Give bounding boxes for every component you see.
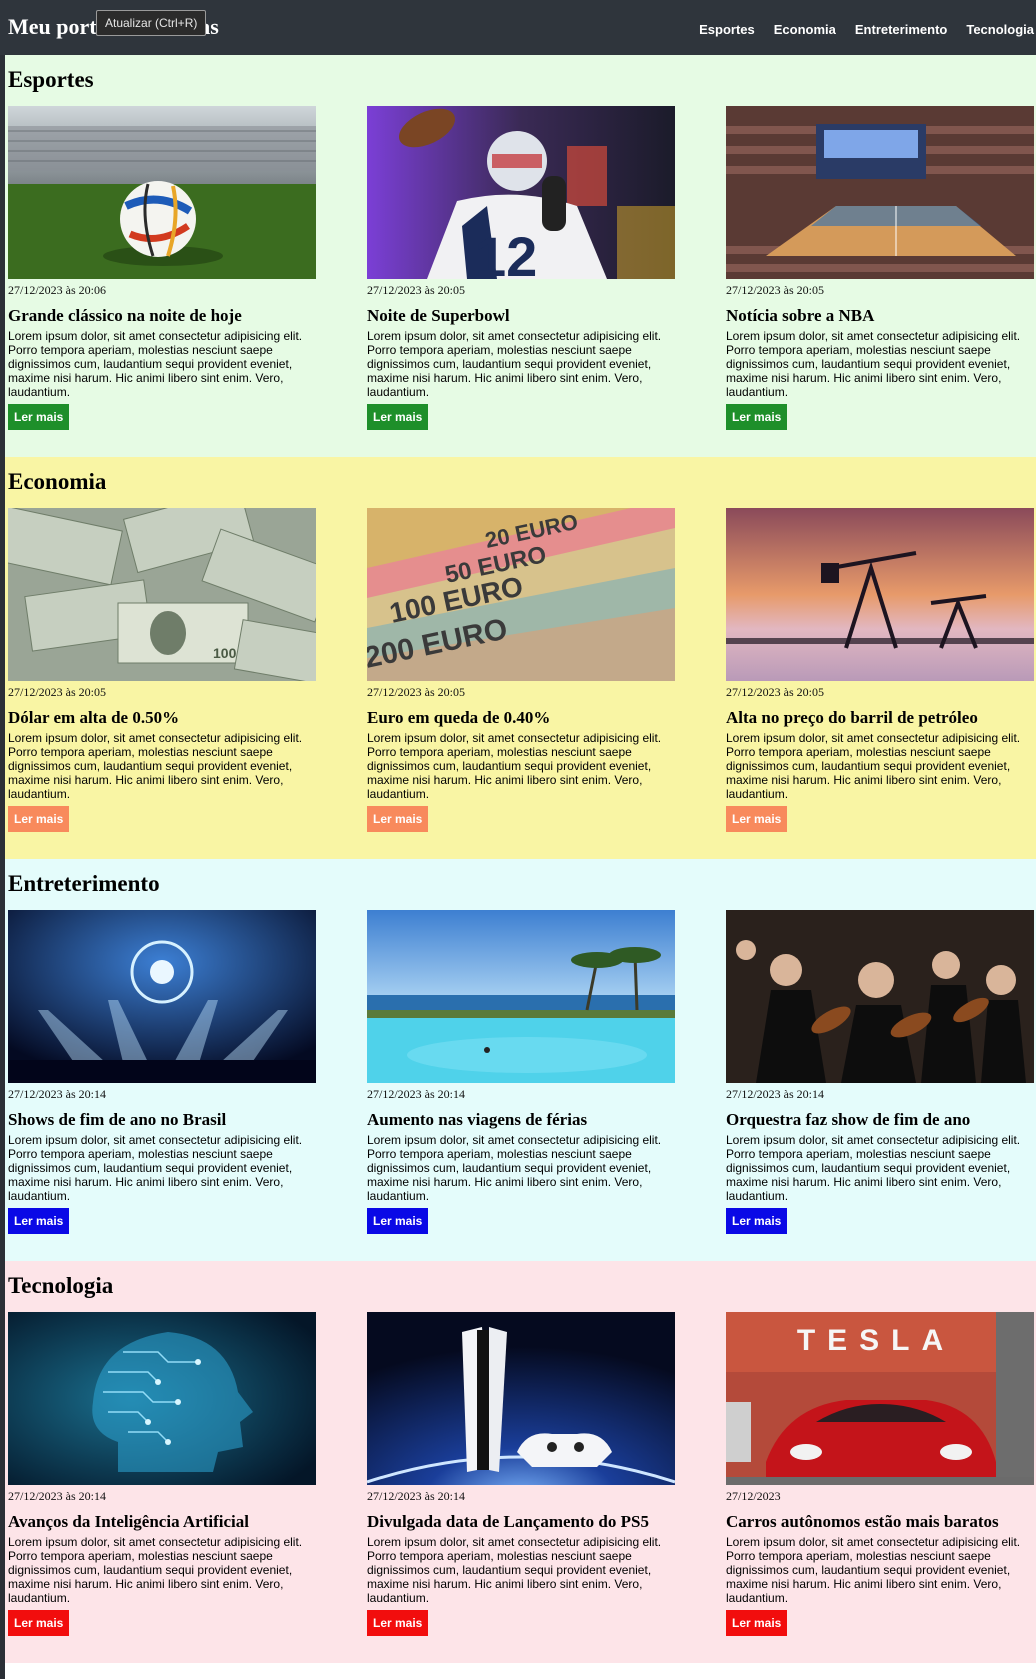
read-more-button[interactable]: Ler mais: [726, 806, 788, 832]
read-more-button[interactable]: Ler mais: [367, 404, 429, 430]
news-image-quarterback[interactable]: 12: [367, 106, 675, 279]
news-card: 100 27/12/2023 às 20:05 Dólar em alta de…: [8, 508, 316, 832]
news-image-tesla-car[interactable]: TESLA: [726, 1312, 1034, 1485]
news-summary: Lorem ipsum dolor, sit amet consectetur …: [367, 1535, 662, 1605]
news-image-oil-pumpjacks[interactable]: [726, 508, 1034, 681]
news-summary: Lorem ipsum dolor, sit amet consectetur …: [367, 1133, 662, 1203]
news-summary: Lorem ipsum dolor, sit amet consectetur …: [726, 329, 1021, 399]
news-date: 27/12/2023 às 20:05: [367, 283, 465, 297]
read-more-button[interactable]: Ler mais: [8, 1610, 70, 1636]
section-title: Tecnologia: [8, 1273, 114, 1298]
news-card: 27/12/2023 às 20:14 Orquestra faz show d…: [726, 910, 1034, 1234]
read-more-button[interactable]: Ler mais: [8, 806, 70, 832]
news-date: 27/12/2023 às 20:14: [8, 1489, 106, 1503]
news-card: 27/12/2023 às 20:06 Grande clássico na n…: [8, 106, 316, 430]
news-headline: Avanços da Inteligência Artificial: [8, 1512, 249, 1531]
news-summary: Lorem ipsum dolor, sit amet consectetur …: [8, 329, 303, 399]
news-date: 27/12/2023 às 20:14: [8, 1087, 106, 1101]
svg-text:100: 100: [213, 645, 237, 661]
nav-link-tecnologia[interactable]: Tecnologia: [966, 22, 1034, 37]
news-date: 27/12/2023 às 20:05: [8, 685, 106, 699]
read-more-button[interactable]: Ler mais: [367, 806, 429, 832]
news-card: 20 EURO 50 EURO 100 EURO 200 EURO 27/12/…: [367, 508, 675, 832]
news-card: 27/12/2023 às 20:05 Alta no preço do bar…: [726, 508, 1034, 832]
news-card: 27/12/2023 às 20:14 Aumento nas viagens …: [367, 910, 675, 1234]
read-more-button[interactable]: Ler mais: [726, 1208, 788, 1234]
read-more-button[interactable]: Ler mais: [8, 404, 70, 430]
news-headline: Notícia sobre a NBA: [726, 306, 875, 325]
news-headline: Grande clássico na noite de hoje: [8, 306, 242, 325]
section-title: Entreterimento: [8, 871, 160, 896]
news-summary: Lorem ipsum dolor, sit amet consectetur …: [367, 329, 662, 399]
news-image-concert-stage[interactable]: [8, 910, 316, 1083]
section-esportes: Esportes 27/12/2023 às 20:06 Grande clás…: [5, 55, 1036, 457]
news-headline: Aumento nas viagens de férias: [367, 1110, 588, 1129]
news-date: 27/12/2023 às 20:05: [726, 685, 824, 699]
news-summary: Lorem ipsum dolor, sit amet consectetur …: [367, 731, 662, 801]
news-image-ai-head[interactable]: [8, 1312, 316, 1485]
section-tecnologia: Tecnologia 27/12/2023 às 20:14 Avanços d…: [5, 1261, 1036, 1663]
news-card: 27/12/2023 às 20:14 Divulgada data de La…: [367, 1312, 675, 1636]
nav-link-entretenimento[interactable]: Entreterimento: [855, 22, 947, 37]
news-card: 27/12/2023 às 20:14 Shows de fim de ano …: [8, 910, 316, 1234]
news-date: 27/12/2023: [726, 1489, 781, 1503]
section-title: Esportes: [8, 67, 94, 92]
read-more-button[interactable]: Ler mais: [726, 404, 788, 430]
nav-link-economia[interactable]: Economia: [774, 22, 836, 37]
news-headline: Alta no preço do barril de petróleo: [726, 708, 978, 727]
news-card: 12 27/12/2023 às 20:05 Noite de Superbow…: [367, 106, 675, 430]
news-headline: Carros autônomos estão mais baratos: [726, 1512, 999, 1531]
news-headline: Dólar em alta de 0.50%: [8, 708, 180, 727]
news-date: 27/12/2023 às 20:14: [726, 1087, 824, 1101]
svg-text:12: 12: [475, 225, 537, 279]
news-headline: Divulgada data de Lançamento do PS5: [367, 1512, 649, 1531]
tesla-logo-text: TESLA: [797, 1324, 955, 1357]
read-more-button[interactable]: Ler mais: [367, 1208, 429, 1234]
news-headline: Euro em queda de 0.40%: [367, 708, 551, 727]
news-date: 27/12/2023 às 20:14: [367, 1087, 465, 1101]
section-economia: Economia 100 27/12/2023 às 20:05 Dólar e…: [5, 457, 1036, 859]
news-summary: Lorem ipsum dolor, sit amet consectetur …: [8, 1535, 303, 1605]
site-header: Meu portal de notícias Atualizar (Ctrl+R…: [0, 0, 1036, 55]
read-more-button[interactable]: Ler mais: [726, 1610, 788, 1636]
news-card: 27/12/2023 às 20:05 Notícia sobre a NBA …: [726, 106, 1034, 430]
news-date: 27/12/2023 às 20:05: [726, 283, 824, 297]
news-headline: Orquestra faz show de fim de ano: [726, 1110, 971, 1129]
main-nav: Esportes Economia Entreterimento Tecnolo…: [684, 21, 1034, 39]
read-more-button[interactable]: Ler mais: [8, 1208, 70, 1234]
news-image-euro-notes[interactable]: 20 EURO 50 EURO 100 EURO 200 EURO: [367, 508, 675, 681]
section-entretenimento: Entreterimento 27/12/2023 às 20:14 Shows…: [5, 859, 1036, 1261]
news-headline: Noite de Superbowl: [367, 306, 510, 325]
news-card: TESLA 27/12/2023 Carros autônomos estão …: [726, 1312, 1034, 1636]
news-summary: Lorem ipsum dolor, sit amet consectetur …: [726, 1535, 1021, 1605]
news-summary: Lorem ipsum dolor, sit amet consectetur …: [8, 731, 303, 801]
refresh-tooltip: Atualizar (Ctrl+R): [96, 10, 207, 36]
news-card: 27/12/2023 às 20:14 Avanços da Inteligên…: [8, 1312, 316, 1636]
nav-link-esportes[interactable]: Esportes: [699, 22, 755, 37]
news-headline: Shows de fim de ano no Brasil: [8, 1110, 227, 1129]
section-title: Economia: [8, 469, 107, 494]
read-more-button[interactable]: Ler mais: [367, 1610, 429, 1636]
news-image-ps5[interactable]: [367, 1312, 675, 1485]
news-image-soccer-ball[interactable]: [8, 106, 316, 279]
news-image-basketball-arena[interactable]: [726, 106, 1034, 279]
news-summary: Lorem ipsum dolor, sit amet consectetur …: [726, 1133, 1021, 1203]
news-summary: Lorem ipsum dolor, sit amet consectetur …: [726, 731, 1021, 801]
news-date: 27/12/2023 às 20:05: [367, 685, 465, 699]
news-image-beach-resort[interactable]: [367, 910, 675, 1083]
news-summary: Lorem ipsum dolor, sit amet consectetur …: [8, 1133, 303, 1203]
news-image-orchestra[interactable]: [726, 910, 1034, 1083]
news-date: 27/12/2023 às 20:06: [8, 283, 106, 297]
news-image-dollar-bills[interactable]: 100: [8, 508, 316, 681]
news-date: 27/12/2023 às 20:14: [367, 1489, 465, 1503]
